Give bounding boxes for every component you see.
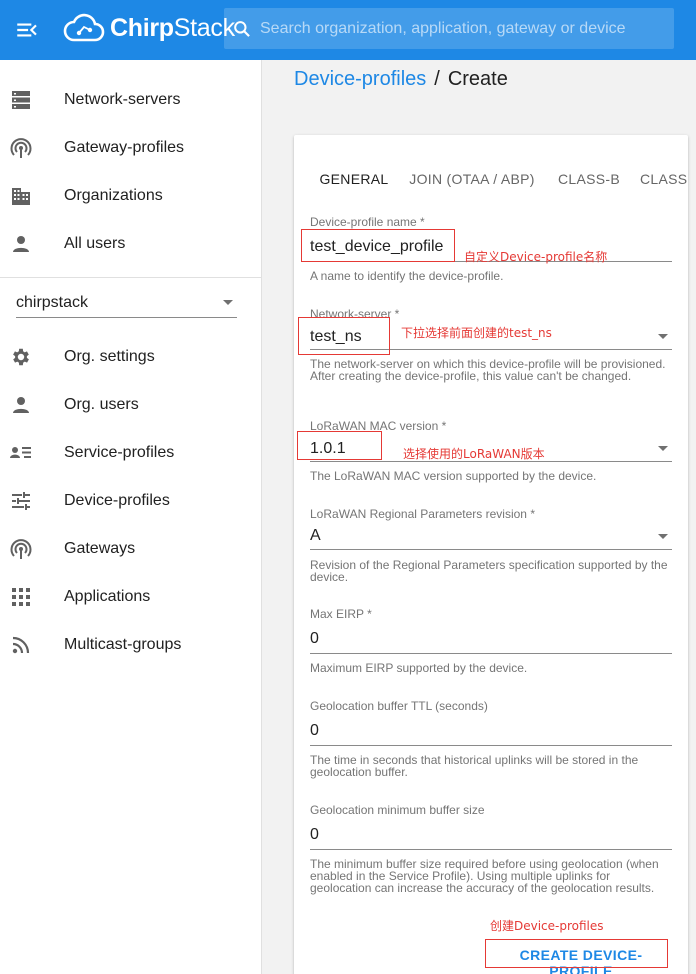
sidebar-item-label: Org. users	[64, 396, 139, 413]
app-name: ChirpStack	[110, 13, 235, 42]
sidebar-item-org-users[interactable]: Org. users	[0, 381, 261, 429]
field-label: Geolocation buffer TTL (seconds)	[310, 699, 488, 713]
field-label: LoRaWAN Regional Parameters revision *	[310, 507, 535, 521]
sidebar-item-gateway-profiles[interactable]: Gateway-profiles	[0, 124, 261, 172]
tab-general[interactable]: GENERAL	[310, 155, 398, 203]
field-help-text: Maximum EIRP supported by the device.	[310, 661, 528, 675]
annotation-note-create: 创建Device-profiles	[490, 919, 604, 933]
field-help-text: The LoRaWAN MAC version supported by the…	[310, 469, 597, 483]
field-label: Max EIRP *	[310, 607, 372, 621]
field-underline	[310, 653, 672, 654]
field-underline	[310, 849, 672, 850]
chevron-down-icon[interactable]	[658, 334, 668, 339]
sidebar-item-multicast-groups[interactable]: Multicast-groups	[0, 621, 261, 669]
server-icon	[9, 88, 33, 112]
tab-join[interactable]: JOIN (OTAA / ABP)	[406, 155, 538, 203]
organization-select-value: chirpstack	[16, 294, 89, 311]
sidebar-item-device-profiles[interactable]: Device-profiles	[0, 477, 261, 525]
annotation-box-name	[301, 229, 455, 262]
search-icon	[234, 20, 250, 37]
page-title: Create	[447, 68, 508, 90]
breadcrumb: Device-profiles / Create	[294, 68, 508, 91]
menu-back-icon[interactable]	[14, 17, 40, 43]
field-label: Device-profile name *	[310, 215, 425, 229]
chirpstack-logo[interactable]: ChirpStack	[62, 8, 235, 48]
regional-parameters-revision-select[interactable]: A	[310, 527, 321, 545]
user-icon	[9, 232, 33, 256]
sidebar-item-label: Multicast-groups	[64, 636, 182, 653]
sidebar-item-label: All users	[64, 235, 126, 252]
antenna-icon	[9, 136, 33, 160]
top-app-bar: ChirpStack	[0, 0, 696, 60]
sidebar-item-label: Gateways	[64, 540, 136, 557]
chevron-down-icon	[223, 300, 233, 305]
annotation-note-name: 自定义Device-profile名称	[464, 250, 608, 264]
geolocation-min-buffer-field: Geolocation minimum buffer size 0 The mi…	[310, 803, 672, 913]
sidebar-item-label: Network-servers	[64, 91, 181, 108]
sidebar-item-applications[interactable]: Applications	[0, 573, 261, 621]
field-help-text: The network-server on which this device-…	[310, 357, 666, 383]
sidebar-item-label: Applications	[64, 588, 151, 605]
global-search[interactable]	[224, 8, 674, 49]
geolocation-buffer-ttl-field: Geolocation buffer TTL (seconds) 0 The t…	[310, 699, 672, 779]
max-eirp-input[interactable]: 0	[310, 630, 319, 648]
tune-icon	[9, 489, 33, 513]
sidebar-item-label: Org. settings	[64, 348, 155, 365]
breadcrumb-separator: /	[434, 68, 440, 90]
chevron-down-icon[interactable]	[658, 446, 668, 451]
annotation-box-mac-version	[297, 431, 382, 460]
field-help-text: The time in seconds that historical upli…	[310, 753, 639, 779]
sidebar-item-service-profiles[interactable]: Service-profiles	[0, 429, 261, 477]
form-tabs: GENERAL JOIN (OTAA / ABP) CLASS-B CLASS-…	[294, 155, 688, 203]
sidebar-item-network-servers[interactable]: Network-servers	[0, 76, 261, 124]
sidebar-divider	[0, 277, 261, 278]
cloud-logo-icon	[63, 13, 105, 42]
search-input[interactable]	[260, 19, 660, 38]
user-icon	[9, 393, 33, 417]
sidebar-item-org-settings[interactable]: Org. settings	[0, 333, 261, 381]
annotation-box-network-server	[298, 317, 390, 355]
regional-parameters-revision-field: LoRaWAN Regional Parameters revision * A…	[310, 507, 672, 585]
field-underline	[310, 549, 672, 550]
tab-class-b[interactable]: CLASS-B	[556, 155, 622, 203]
field-help-text: Revision of the Regional Parameters spec…	[310, 558, 668, 584]
field-underline	[310, 745, 672, 746]
breadcrumb-link-device-profiles[interactable]: Device-profiles	[294, 68, 426, 90]
annotation-box-create-button	[485, 939, 668, 968]
sidebar-item-label: Service-profiles	[64, 444, 175, 461]
annotation-note-network-server: 下拉选择前面创建的test_ns	[401, 326, 552, 340]
account-list-icon	[9, 441, 33, 465]
sidebar-item-gateways[interactable]: Gateways	[0, 525, 261, 573]
sidebar-item-label: Organizations	[64, 187, 163, 204]
field-help-text: A name to identify the device-profile.	[310, 269, 504, 283]
rss-icon	[9, 633, 33, 657]
chevron-down-icon[interactable]	[658, 534, 668, 539]
apps-grid-icon	[9, 585, 33, 609]
building-icon	[9, 184, 33, 208]
sidebar: Network-servers Gateway-profiles Organiz…	[0, 60, 262, 974]
sidebar-item-all-users[interactable]: All users	[0, 220, 261, 268]
field-help-text: The minimum buffer size required before …	[310, 857, 659, 895]
annotation-note-mac-version: 选择使用的LoRaWAN版本	[403, 447, 545, 461]
geolocation-buffer-ttl-input[interactable]: 0	[310, 722, 319, 740]
sidebar-item-label: Gateway-profiles	[64, 139, 185, 156]
field-label: Geolocation minimum buffer size	[310, 803, 485, 817]
antenna-icon	[9, 537, 33, 561]
organization-select[interactable]: chirpstack	[16, 288, 237, 318]
sidebar-item-organizations[interactable]: Organizations	[0, 172, 261, 220]
tab-class-c[interactable]: CLASS-C	[640, 155, 688, 203]
geolocation-min-buffer-input[interactable]: 0	[310, 826, 319, 844]
gear-icon	[9, 345, 33, 369]
sidebar-item-label: Device-profiles	[64, 492, 170, 509]
max-eirp-field: Max EIRP * 0 Maximum EIRP supported by t…	[310, 607, 672, 675]
